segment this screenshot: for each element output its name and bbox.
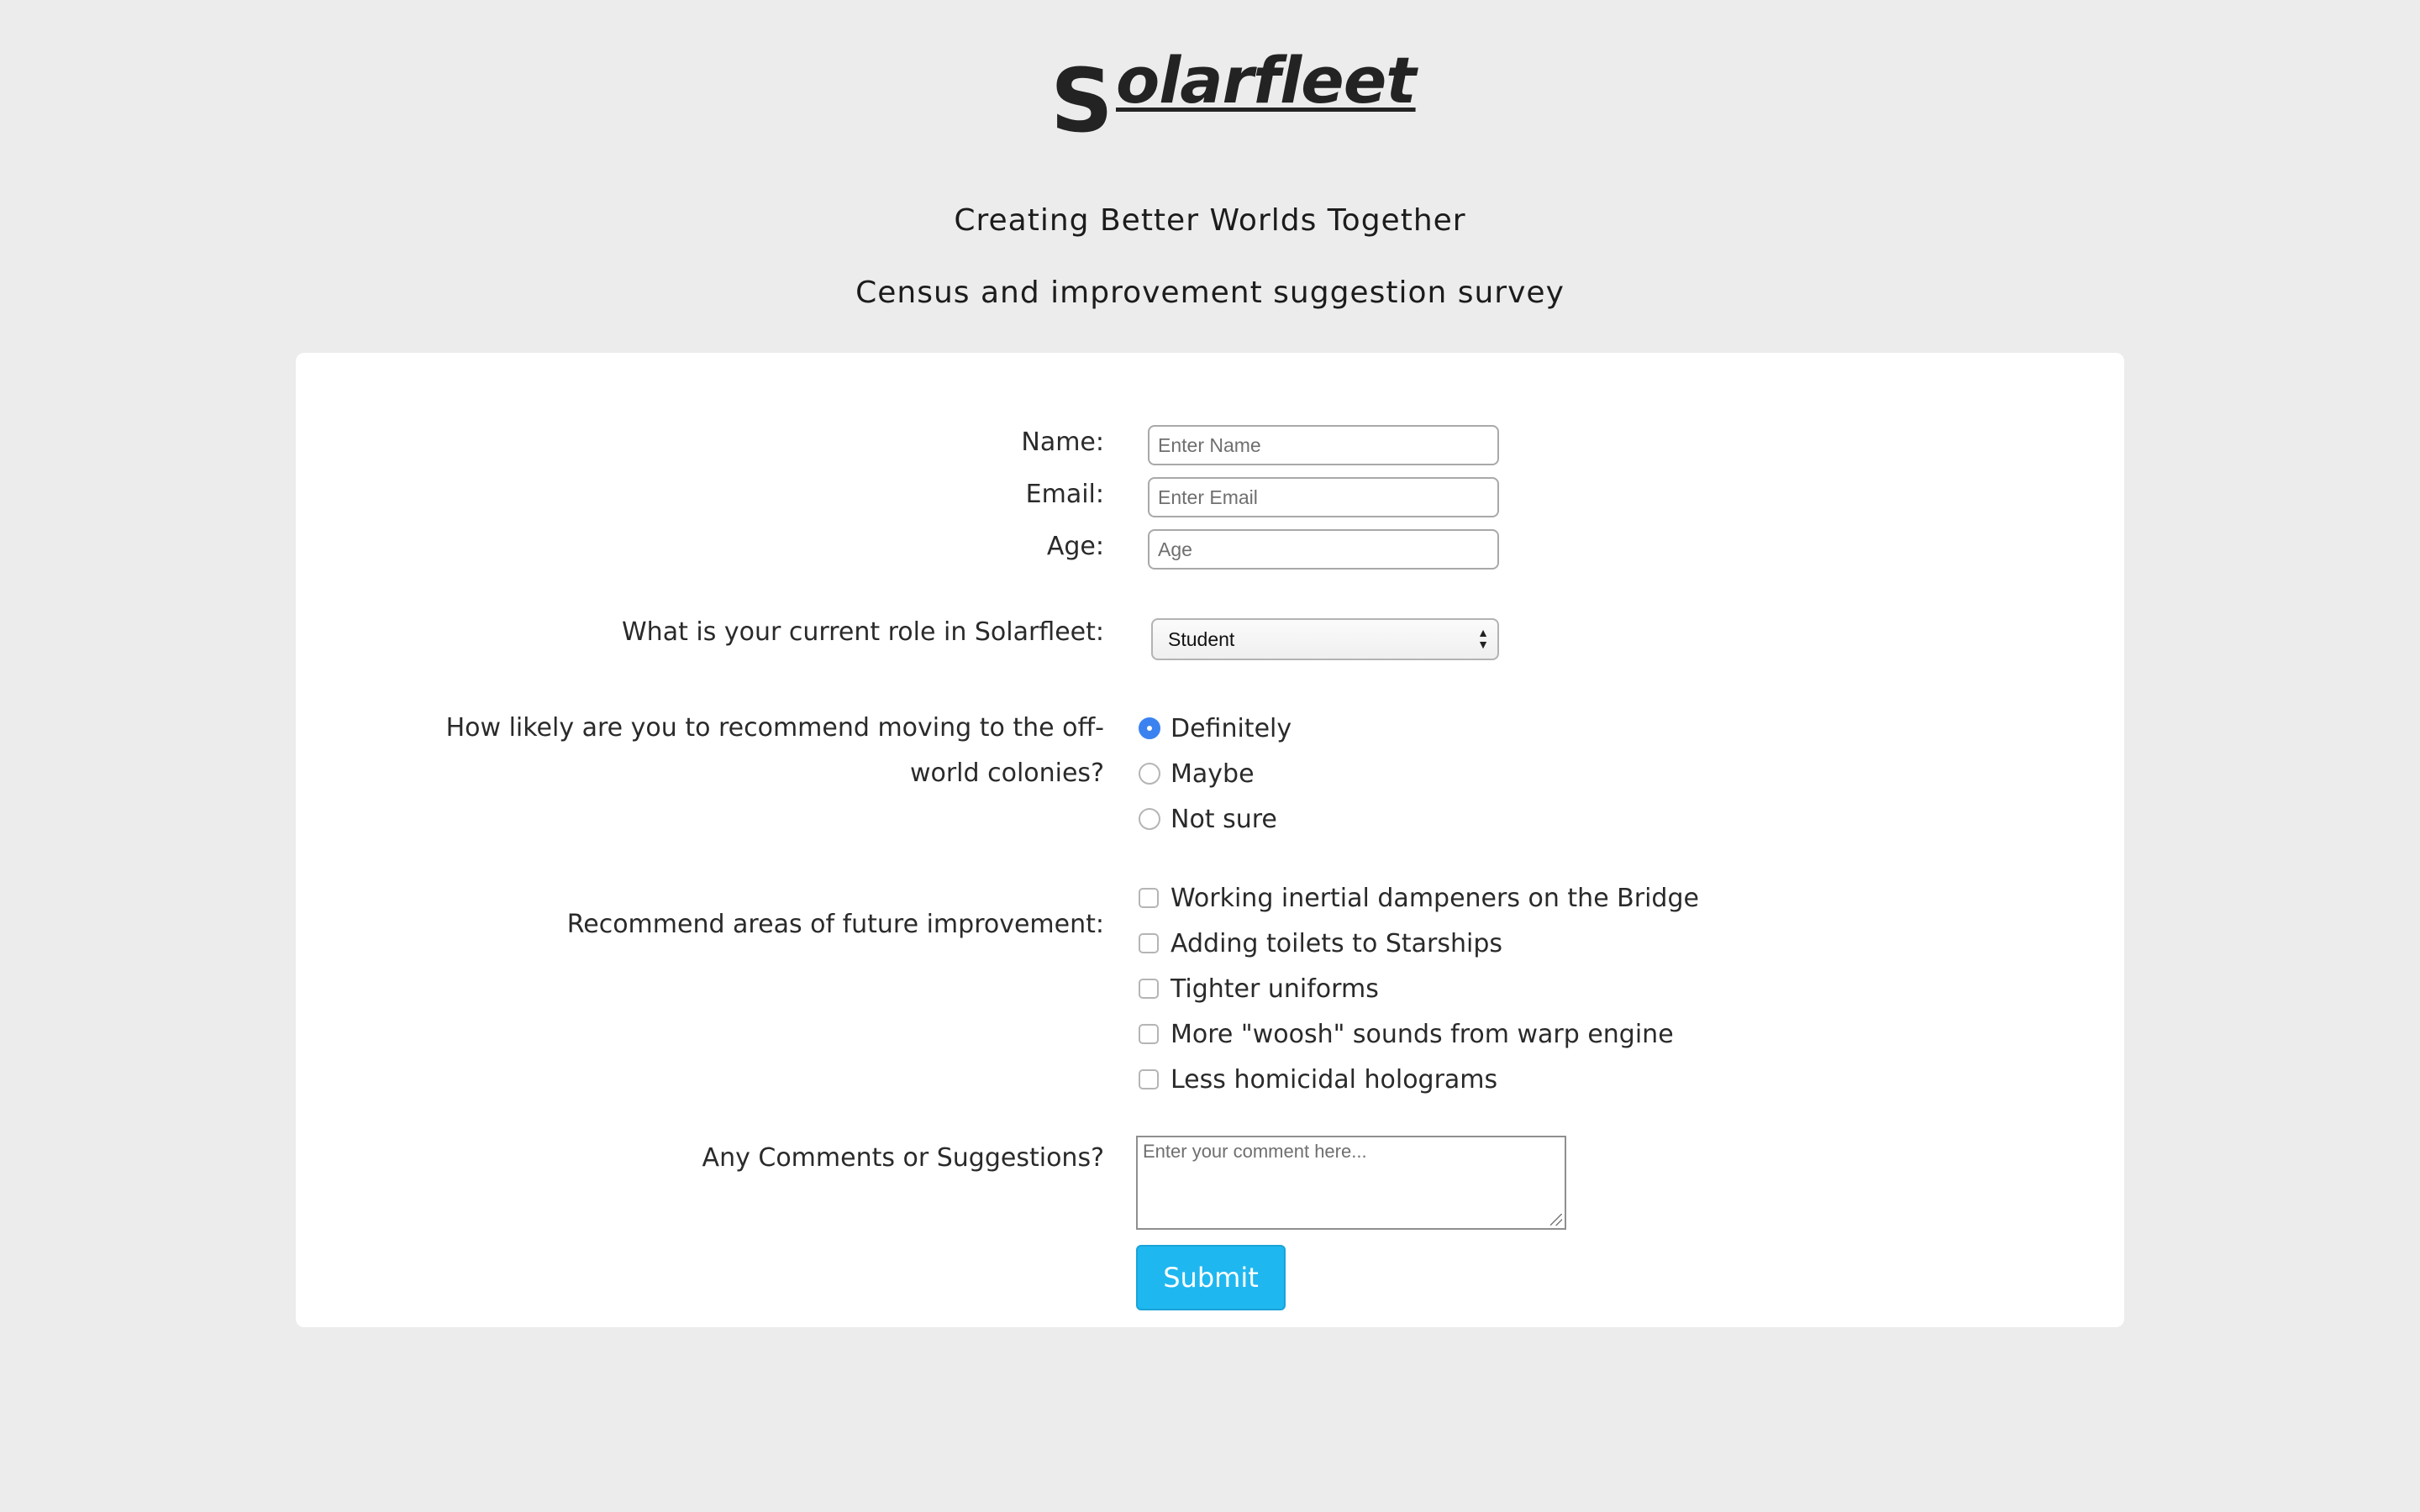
survey-page: S olarfleet Creating Better Worlds Toget… <box>0 0 2420 1512</box>
name-input[interactable] <box>1148 425 1499 465</box>
logo-wordmark: olarfleet <box>1116 43 1417 118</box>
recommend-label-line2: world colonies? <box>909 759 1104 788</box>
improvements-label: Recommend areas of future improvement: <box>566 910 1104 939</box>
role-label: What is your current role in Solarfleet: <box>622 617 1104 647</box>
email-input[interactable] <box>1148 477 1499 517</box>
checkbox[interactable] <box>1139 979 1159 999</box>
comments-label: Any Comments or Suggestions? <box>702 1143 1104 1173</box>
radio-option-label: Maybe <box>1171 759 1255 789</box>
checkbox[interactable] <box>1139 933 1159 953</box>
checkbox-option-label: Adding toilets to Starships <box>1171 928 1503 958</box>
email-label: Email: <box>1025 480 1104 509</box>
radio-option-maybe[interactable]: Maybe <box>1139 751 1255 796</box>
checkbox-option-label: More "woosh" sounds from warp engine <box>1171 1019 1674 1049</box>
checkbox[interactable] <box>1139 888 1159 908</box>
comments-placeholder: Enter your comment here... <box>1143 1141 1367 1162</box>
radio-button[interactable] <box>1139 763 1160 785</box>
checkbox-option-label: Less homicidal holograms <box>1171 1064 1498 1095</box>
radio-button[interactable] <box>1139 808 1160 830</box>
role-select[interactable]: Student ▲ ▼ <box>1151 618 1499 660</box>
radio-option-label: Definitely <box>1171 713 1292 743</box>
checkbox-option-holograms[interactable]: Less homicidal holograms <box>1139 1057 1497 1102</box>
checkbox-option-toilets[interactable]: Adding toilets to Starships <box>1139 921 1502 966</box>
radio-option-not-sure[interactable]: Not sure <box>1139 796 1277 842</box>
checkbox-option-dampeners[interactable]: Working inertial dampeners on the Bridge <box>1139 875 1699 921</box>
resize-grip-icon[interactable] <box>1550 1214 1562 1226</box>
checkbox-option-uniforms[interactable]: Tighter uniforms <box>1139 966 1379 1011</box>
checkbox-option-label: Tighter uniforms <box>1171 974 1379 1004</box>
radio-option-definitely[interactable]: Definitely <box>1139 706 1292 751</box>
checkbox[interactable] <box>1139 1024 1159 1044</box>
checkbox-option-label: Working inertial dampeners on the Bridge <box>1171 883 1699 913</box>
recommend-label-line1: How likely are you to recommend moving t… <box>445 713 1104 743</box>
comments-textarea[interactable]: Enter your comment here... <box>1136 1136 1566 1230</box>
checkbox-option-woosh[interactable]: More "woosh" sounds from warp engine <box>1139 1011 1674 1057</box>
updown-chevron-icon: ▲ ▼ <box>1477 626 1489 651</box>
age-label: Age: <box>1046 532 1104 561</box>
solarfleet-logo: S olarfleet <box>1050 34 1417 144</box>
age-input[interactable] <box>1148 529 1499 570</box>
page-tagline: Creating Better Worlds Together <box>954 203 1466 238</box>
page-subtitle: Census and improvement suggestion survey <box>855 276 1565 310</box>
role-select-value: Student <box>1168 628 1235 650</box>
logo-letter-s: S <box>1050 50 1113 152</box>
radio-option-label: Not sure <box>1171 804 1277 834</box>
checkbox[interactable] <box>1139 1069 1159 1089</box>
name-label: Name: <box>1021 428 1104 457</box>
survey-form-card: Name: Email: Age: What is your current r… <box>296 353 2124 1327</box>
radio-button-checked[interactable] <box>1139 717 1160 739</box>
submit-button[interactable]: Submit <box>1136 1245 1286 1310</box>
